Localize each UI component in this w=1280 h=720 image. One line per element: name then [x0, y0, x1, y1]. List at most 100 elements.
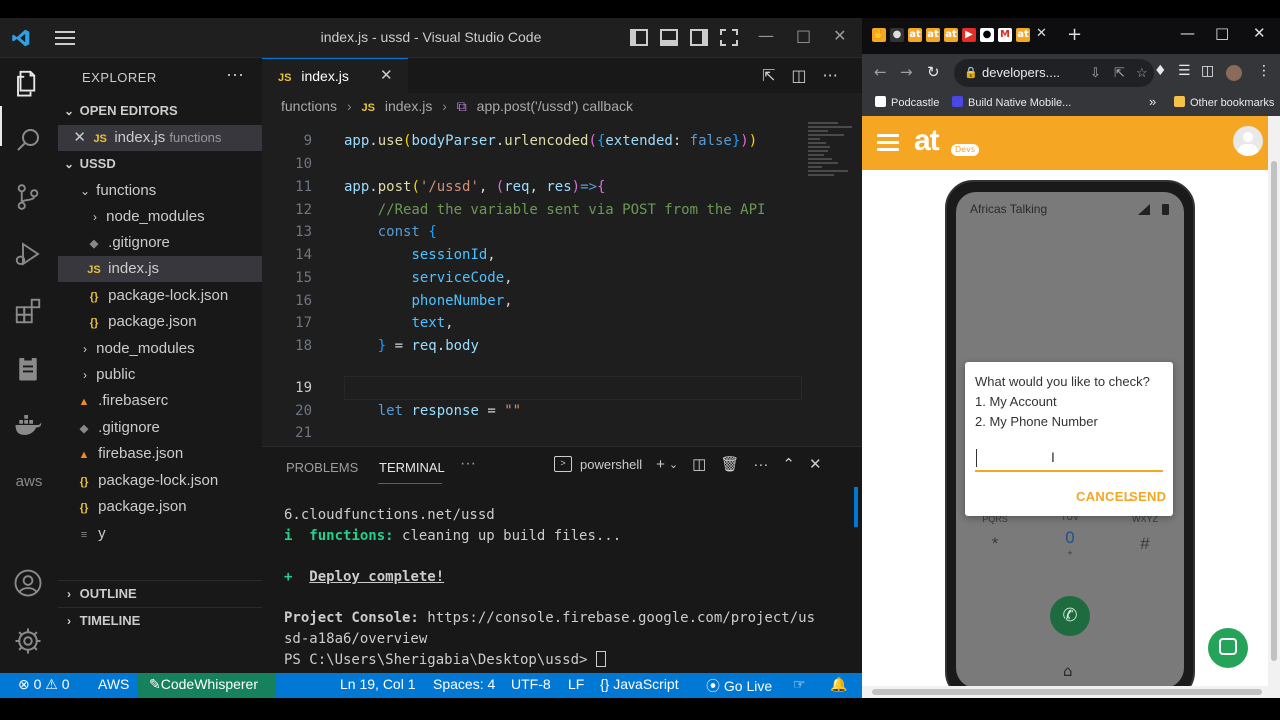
language-status[interactable]: {} JavaScript — [600, 676, 679, 692]
reload-icon[interactable]: ↻ — [927, 63, 940, 81]
address-bar[interactable]: 🔒 developers.... ⇩ ⇱ ☆ — [954, 59, 1154, 87]
bookmark-build-native[interactable]: Build Native Mobile... — [952, 96, 1071, 109]
back-icon[interactable]: ← — [874, 63, 887, 81]
codewhisperer-status[interactable]: ✎CodeWhisperer — [149, 676, 258, 693]
workspace-root-header[interactable]: ⌄ USSD — [58, 151, 262, 177]
eol-status[interactable]: LF — [568, 676, 584, 692]
toggle-sidebar-icon[interactable] — [630, 29, 648, 46]
bookmark-podcastle[interactable]: Podcastle — [875, 96, 939, 109]
new-tab-icon[interactable]: + — [1067, 24, 1082, 45]
tree-item-package-lock[interactable]: {} package-lock.json — [58, 283, 262, 309]
run-debug-icon[interactable] — [13, 239, 45, 271]
account-icon[interactable] — [13, 568, 45, 600]
tree-item-firebaserc[interactable]: ▲ .firebaserc — [58, 388, 262, 414]
tab-at-favicon-icon[interactable]: at — [926, 28, 940, 42]
minimize-icon[interactable]: — — [758, 26, 774, 45]
chevron-down-icon[interactable]: ⌄ — [669, 458, 678, 471]
notifications-bell-icon[interactable]: 🔔 — [830, 676, 847, 693]
open-changes-icon[interactable]: ⇱ — [762, 66, 775, 85]
tab-gmail-favicon-icon[interactable]: M — [998, 28, 1012, 42]
docker-icon[interactable] — [13, 410, 45, 442]
user-avatar-icon[interactable] — [1233, 126, 1263, 156]
tree-item-package-lock-root[interactable]: {} package-lock.json — [58, 468, 262, 494]
call-button[interactable]: ✆ — [1050, 596, 1090, 636]
minimap[interactable] — [808, 120, 862, 210]
install-icon[interactable]: ⇩ — [1090, 59, 1101, 87]
tree-item-functions[interactable]: ⌄ functions — [58, 178, 262, 204]
share-icon[interactable]: ⇱ — [1114, 59, 1125, 87]
trash-icon[interactable]: 🗑 — [720, 455, 739, 473]
more-actions-icon[interactable]: ··· — [226, 64, 244, 85]
search-icon[interactable] — [13, 125, 45, 157]
tab-terminal[interactable]: TERMINAL — [379, 460, 445, 475]
chat-button[interactable] — [1208, 628, 1248, 668]
outline-header[interactable]: › OUTLINE — [58, 580, 262, 606]
tab-at-favicon-icon[interactable]: at — [1016, 28, 1030, 42]
clipboard-icon[interactable] — [13, 353, 45, 385]
close-tab-icon[interactable]: ✕ — [1036, 26, 1047, 41]
aws-status[interactable]: AWS — [98, 676, 129, 692]
timeline-header[interactable]: › TIMELINE — [58, 607, 262, 633]
tree-item-y[interactable]: ≡ y — [58, 521, 262, 547]
tree-item-gitignore-root[interactable]: ◆ .gitignore — [58, 415, 262, 441]
toggle-panel-icon[interactable] — [660, 29, 678, 46]
settings-gear-icon[interactable] — [13, 626, 45, 658]
code-editor[interactable]: 9 app.use(bodyParser.urlencoded({extended… — [262, 126, 810, 446]
close-editor-icon[interactable]: ✕ — [58, 125, 86, 151]
explorer-icon[interactable] — [13, 68, 45, 100]
dial-key-0[interactable]: 0 + — [1045, 528, 1095, 558]
tree-item-package-json-root[interactable]: {} package.json — [58, 494, 262, 520]
aws-icon[interactable]: aws — [13, 467, 45, 499]
tree-item-package-json[interactable]: {} package.json — [58, 309, 262, 335]
menu-icon[interactable] — [877, 134, 899, 155]
close-tab-icon[interactable]: ✕ — [380, 59, 393, 93]
tab-youtube-favicon-icon[interactable]: ▶ — [962, 28, 976, 42]
maximize-icon[interactable]: □ — [1215, 24, 1229, 42]
cancel-button[interactable]: CANCEL — [1076, 489, 1132, 504]
encoding-status[interactable]: UTF-8 — [511, 676, 551, 692]
feedback-icon[interactable]: ☞ — [793, 676, 806, 693]
tab-problems[interactable]: PROBLEMS — [286, 460, 358, 475]
cursor-position[interactable]: Ln 19, Col 1 — [340, 676, 416, 692]
side-panel-icon[interactable]: ◫ — [1201, 63, 1214, 79]
split-terminal-icon[interactable]: ◫ — [692, 455, 706, 473]
tab-at-favicon-icon[interactable]: at — [908, 28, 922, 42]
maximize-icon[interactable]: □ — [796, 26, 811, 45]
tree-item-gitignore[interactable]: ◆ .gitignore — [58, 230, 262, 256]
close-panel-icon[interactable]: ✕ — [809, 455, 822, 473]
tree-item-index-js[interactable]: JS index.js — [58, 256, 262, 282]
at-logo[interactable]: at — [914, 124, 940, 158]
minimize-icon[interactable]: — — [1180, 24, 1195, 42]
media-icon[interactable]: ☰ — [1178, 63, 1191, 79]
tree-item-node-modules-root[interactable]: › node_modules — [58, 336, 262, 362]
dial-key-hash[interactable]: # — [1120, 534, 1170, 554]
breadcrumb-item[interactable]: index.js — [385, 98, 432, 114]
tree-item-public[interactable]: › public — [58, 362, 262, 388]
bookmark-star-icon[interactable]: ☆ — [1136, 59, 1148, 87]
indentation-status[interactable]: Spaces: 4 — [433, 676, 495, 692]
breadcrumb-item[interactable]: functions — [281, 98, 337, 114]
more-actions-icon[interactable]: ··· — [823, 66, 838, 85]
close-icon[interactable]: ✕ — [833, 26, 846, 45]
forward-icon[interactable]: → — [900, 63, 913, 81]
panel-more-icon[interactable]: ··· — [460, 455, 476, 473]
tree-item-node-modules[interactable]: › node_modules — [58, 204, 262, 230]
maximize-panel-icon[interactable]: ⌃ — [782, 455, 795, 473]
send-button[interactable]: SEND — [1129, 489, 1166, 504]
go-live-status[interactable]: ⦿ Go Live — [706, 676, 772, 696]
terminal-shell-name[interactable]: powershell — [580, 457, 642, 472]
open-editors-header[interactable]: ⌄ OPEN EDITORS — [58, 98, 262, 124]
tab-favicon-icon[interactable]: ✋ — [872, 28, 886, 42]
extensions-icon[interactable]: ♦ — [1154, 63, 1167, 79]
terminal-scrollbar[interactable] — [854, 487, 858, 527]
terminal-output[interactable]: 6.cloudfunctions.net/ussd i functions: c… — [284, 505, 854, 671]
tab-at-favicon-icon[interactable]: at — [944, 28, 958, 42]
source-control-icon[interactable] — [13, 182, 45, 214]
toggle-secondary-sidebar-icon[interactable] — [690, 29, 708, 46]
more-actions-icon[interactable]: ··· — [753, 456, 768, 473]
tree-item-firebase-json[interactable]: ▲ firebase.json — [58, 441, 262, 467]
bookmark-other[interactable]: Other bookmarks — [1174, 96, 1274, 109]
profile-avatar[interactable] — [1226, 65, 1242, 81]
tab-github-favicon-icon[interactable]: ● — [980, 28, 994, 42]
split-editor-icon[interactable]: ◫ — [791, 66, 806, 85]
